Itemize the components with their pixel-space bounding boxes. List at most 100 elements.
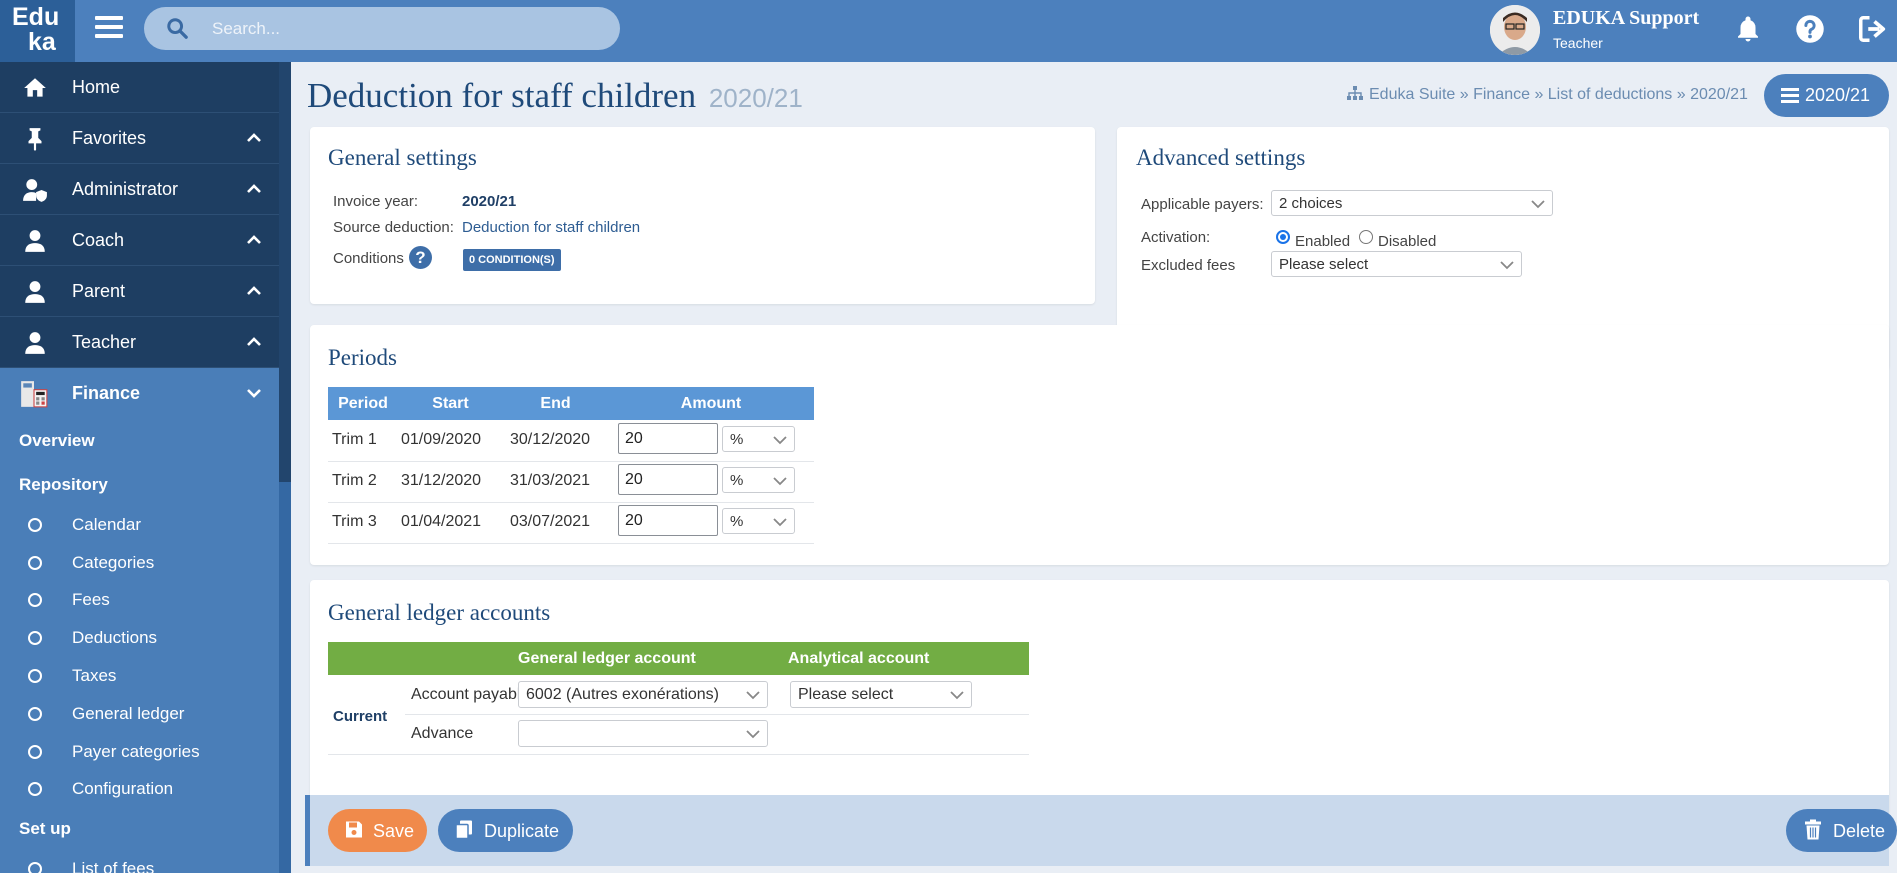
ledger-account-select[interactable]: 6002 (Autres exonérations) [518,681,768,708]
sidebar-item-calendar[interactable]: Calendar [0,507,279,543]
nav-home-label: Home [72,77,121,97]
sidebar-item-deductions[interactable]: Deductions [0,620,279,656]
sidebar-item-configuration[interactable]: Configuration [0,771,279,807]
nav-finance-label: Finance [72,383,141,403]
save-button[interactable]: Save [328,809,427,852]
help-icon[interactable]: ? [409,246,432,269]
activation-enabled-radio[interactable] [1276,230,1290,244]
logo-line-1: Edu [12,3,60,31]
period-cell: Trim 2 [332,472,377,489]
sidebar-item-list-of-fees[interactable]: List of fees [0,851,279,873]
ledger-account-value: 6002 (Autres exonérations) [526,686,719,703]
amount-input[interactable]: 20 [618,464,718,495]
chevron-up-icon [247,235,261,244]
sidebar-repository-heading[interactable]: Repository [19,475,108,495]
nav-coach[interactable]: Coach [0,215,279,266]
sidebar-item-label: List of fees [72,859,155,873]
duplicate-button[interactable]: Duplicate [438,809,573,852]
user-icon [25,281,45,303]
chevron-down-icon [773,477,787,486]
action-bar: Save Duplicate Delete [305,795,1897,866]
nav-home[interactable]: Home [0,62,279,113]
source-deduction-label: Source deduction: [333,219,454,236]
circle-icon [28,862,42,873]
breadcrumb[interactable]: Eduka Suite » Finance » List of deductio… [1347,86,1748,104]
activation-disabled-label[interactable]: Disabled [1378,233,1436,250]
period-cell: Trim 1 [332,431,377,448]
periods-header-start: Start [432,395,469,412]
logout-icon[interactable] [1857,14,1887,44]
nav-finance[interactable]: Finance [0,368,279,419]
menu-toggle-icon[interactable] [95,16,123,44]
amount-unit-select[interactable]: % [722,467,795,493]
bell-icon[interactable] [1733,14,1763,44]
sidebar-setup-heading[interactable]: Set up [19,819,71,839]
search-icon [167,18,188,39]
nav-favorites-label: Favorites [72,128,147,148]
activation-disabled-radio[interactable] [1359,230,1373,244]
duplicate-label: Duplicate [484,821,560,841]
excluded-fees-select[interactable]: Please select [1271,251,1522,277]
page-title-year: 2020/21 [708,83,803,113]
calculator-icon [21,381,48,408]
search-bar[interactable] [144,7,620,50]
avatar[interactable] [1490,5,1540,55]
analytical-account-value: Please select [798,686,894,703]
activation-enabled-label[interactable]: Enabled [1295,233,1350,250]
row-divider [328,754,1029,755]
help-icon[interactable] [1795,14,1825,44]
amount-unit-select[interactable]: % [722,426,795,452]
nav-favorites[interactable]: Favorites [0,113,279,164]
sidebar-scrollbar-thumb[interactable] [279,62,291,482]
periods-title: Periods [328,345,397,370]
amount-input[interactable]: 20 [618,505,718,536]
sidebar-item-categories[interactable]: Categories [0,545,279,581]
search-input[interactable] [212,7,602,50]
circle-icon [28,669,42,683]
user-name[interactable]: EDUKA Support [1553,7,1699,30]
amount-unit-select[interactable]: % [722,508,795,534]
breadcrumb-text: Eduka Suite » Finance » List of deductio… [1369,86,1748,103]
delete-button[interactable]: Delete [1786,809,1897,852]
sidebar-item-payer-categories[interactable]: Payer categories [0,734,279,770]
amount-unit-value: % [730,431,744,448]
year-selector-button[interactable]: 2020/21 [1764,74,1889,117]
sidebar-item-taxes[interactable]: Taxes [0,658,279,694]
nav-teacher[interactable]: Teacher [0,317,279,368]
periods-table-header: Period Start End Amount [328,387,814,420]
circle-icon [28,556,42,570]
sidebar-item-label: Fees [72,590,110,609]
page-title-text: Deduction for staff children [307,76,697,115]
general-settings-card: General settings Invoice year: 2020/21 S… [310,127,1095,304]
user-role: Teacher [1553,35,1603,51]
ledger-account-select[interactable] [518,720,768,747]
sidebar-item-fees[interactable]: Fees [0,582,279,618]
analytical-account-select[interactable]: Please select [790,681,972,708]
ledger-title: General ledger accounts [328,600,551,625]
chevron-down-icon [746,730,760,739]
sidebar-overview[interactable]: Overview [19,431,95,451]
excluded-fees-label: Excluded fees [1141,257,1236,274]
ledger-row-label: Account payable [411,686,530,703]
applicable-payers-label: Applicable payers: [1141,196,1264,213]
sitemap-icon [1347,86,1363,100]
nav-administrator[interactable]: Administrator [0,164,279,215]
save-label: Save [373,821,415,841]
ledger-table-header: General ledger account Analytical accoun… [328,642,1029,675]
nav-parent[interactable]: Parent [0,266,279,317]
invoice-year-value: 2020/21 [462,193,517,210]
amount-input[interactable]: 20 [618,423,718,454]
source-deduction-link[interactable]: Deduction for staff children [462,219,640,236]
sidebar-item-general-ledger[interactable]: General ledger [0,696,279,732]
chevron-up-icon [247,286,261,295]
applicable-payers-select[interactable]: 2 choices [1271,190,1553,216]
conditions-badge[interactable]: 0 CONDITION(S) [463,249,561,271]
circle-icon [28,707,42,721]
logo-line-2: ka [28,28,56,56]
start-cell: 01/04/2021 [401,513,482,530]
eduka-logo[interactable]: Edu ka [0,0,75,62]
nav-teacher-label: Teacher [72,332,137,352]
start-cell: 01/09/2020 [401,431,482,448]
periods-header-amount: Amount [680,395,742,412]
chevron-down-icon [746,691,760,700]
